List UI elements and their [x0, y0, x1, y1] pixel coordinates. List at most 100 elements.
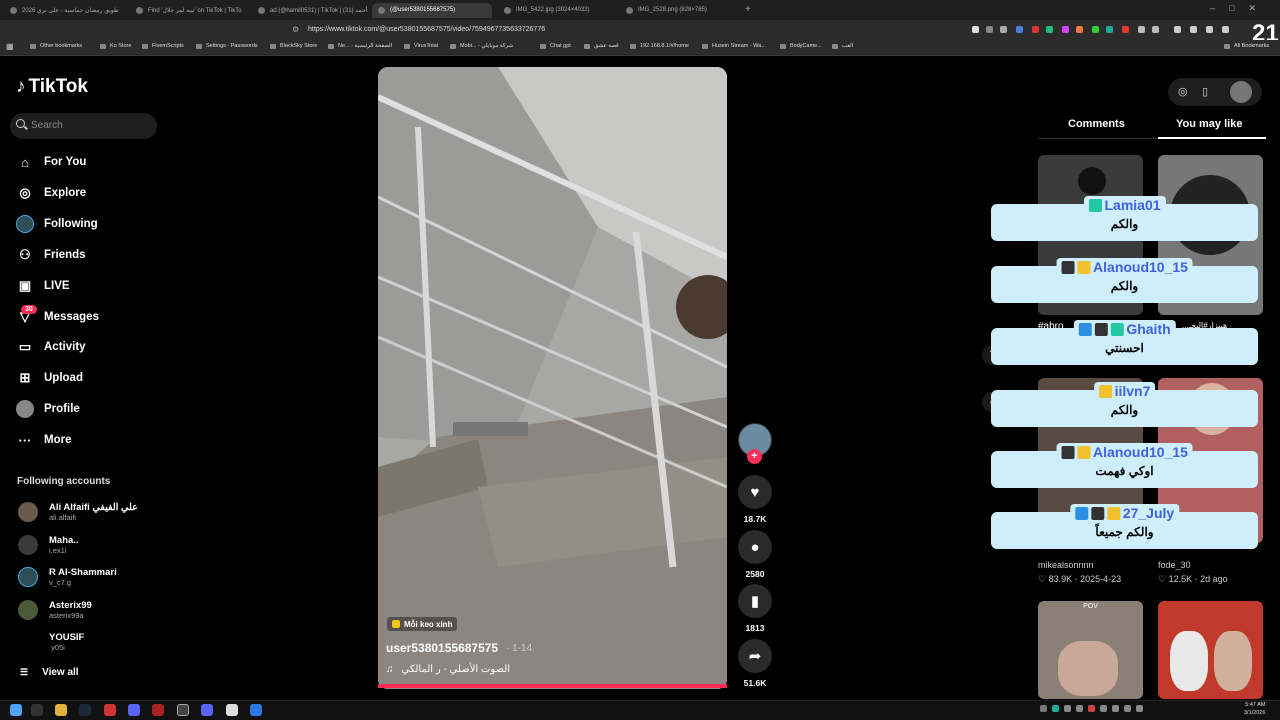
- extension-icon[interactable]: [1122, 26, 1129, 33]
- thumbnail-author[interactable]: fode_30: [1158, 560, 1191, 570]
- search-icon[interactable]: [31, 704, 43, 716]
- start-icon[interactable]: [10, 704, 22, 716]
- extension-icon[interactable]: [1046, 26, 1053, 33]
- bookmark-item[interactable]: Ko Store: [100, 43, 131, 49]
- extension-icon[interactable]: [1000, 26, 1007, 33]
- tray-icon[interactable]: [1040, 705, 1047, 712]
- tray-icon[interactable]: [1064, 705, 1071, 712]
- file-explorer-icon[interactable]: [55, 704, 67, 716]
- share-button[interactable]: ➦ 51.6K: [738, 639, 772, 688]
- tray-icon[interactable]: [1088, 705, 1095, 712]
- extensions-puzzle-icon[interactable]: [1222, 26, 1229, 33]
- tray-icon[interactable]: [1076, 705, 1083, 712]
- nav-item-following[interactable]: Following: [16, 213, 98, 235]
- user-avatar[interactable]: [1230, 81, 1252, 103]
- search-input[interactable]: Search: [10, 113, 157, 139]
- browser-tab[interactable]: ad (@hamil0531) | TikTok | أحمد (31): [252, 3, 370, 18]
- comment-button[interactable]: ● 2580: [738, 530, 772, 579]
- taskbar-clock[interactable]: 5:47 AM 3/1/2026: [1244, 701, 1265, 717]
- nav-item-for-you[interactable]: ⌂ For You: [16, 151, 86, 173]
- extension-icon[interactable]: [1076, 26, 1083, 33]
- browser-tab[interactable]: IMG_2528.png (828×785): [620, 3, 740, 18]
- video-sound[interactable]: ♫ الصوت الأصلي - ر المالكي: [386, 664, 510, 675]
- app-icon[interactable]: [104, 704, 116, 716]
- bookmark-item[interactable]: العب: [832, 43, 853, 49]
- following-account[interactable]: YOUSIF .y05i: [18, 630, 84, 654]
- settings-gear-icon[interactable]: [226, 704, 238, 716]
- extension-icon[interactable]: [1138, 26, 1145, 33]
- apps-grid-icon[interactable]: ▦: [6, 42, 14, 51]
- following-account[interactable]: Ali Alfaifi علي الفيفي ali.alfaifi: [18, 500, 138, 524]
- bookmark-item[interactable]: Other bookmarks: [30, 43, 82, 49]
- nav-item-upload[interactable]: ⊞ Upload: [16, 367, 83, 389]
- tray-icon[interactable]: [1100, 705, 1107, 712]
- like-button[interactable]: ♥ 18.7K: [738, 475, 772, 524]
- extension-icon[interactable]: [1016, 26, 1023, 33]
- app-icon[interactable]: [152, 704, 164, 716]
- video-progress-bar[interactable]: [378, 684, 727, 688]
- recommended-thumbnail[interactable]: POV: [1038, 601, 1143, 699]
- all-bookmarks-folder[interactable]: All Bookmarks: [1224, 43, 1269, 49]
- url-field[interactable]: ⚙ https://www.tiktok.com/@user5380155687…: [288, 23, 828, 37]
- bookmark-item[interactable]: Husein Stream - Wa...: [702, 43, 766, 49]
- video-player[interactable]: [378, 67, 727, 689]
- follow-plus-icon[interactable]: +: [747, 449, 762, 464]
- window-controls-icon[interactable]: –□✕: [1210, 3, 1270, 14]
- browser-tab-active[interactable]: (@user5380155687575): [372, 3, 492, 18]
- tray-icon[interactable]: [1112, 705, 1119, 712]
- nav-item-profile[interactable]: Profile: [16, 398, 80, 420]
- video-author-username[interactable]: user5380155687575: [386, 641, 498, 655]
- nav-item-live[interactable]: ▣ LIVE: [16, 275, 70, 297]
- tab-you-may-like[interactable]: You may like: [1176, 118, 1242, 130]
- profile-icon[interactable]: [1174, 26, 1181, 33]
- nav-item-more[interactable]: ··· More: [16, 429, 72, 451]
- compass-icon[interactable]: ◎: [1178, 85, 1188, 98]
- effect-label[interactable]: Mỗi keo xinh: [387, 617, 458, 631]
- bookmark-item[interactable]: 192.168.8.1/#/home: [630, 43, 689, 49]
- thumbnail-author[interactable]: mikealsonnnn: [1038, 560, 1094, 570]
- following-account[interactable]: Maha.. i.ex1l: [18, 533, 79, 557]
- extension-icon[interactable]: [986, 26, 993, 33]
- volume-icon[interactable]: [1136, 705, 1143, 712]
- bookmark-item[interactable]: قصة عشق: [584, 43, 619, 49]
- save-button[interactable]: ▮ 1813: [738, 584, 772, 633]
- bookmark-item[interactable]: Chat gpt: [540, 43, 571, 49]
- extension-icon[interactable]: [1032, 26, 1039, 33]
- nav-item-friends[interactable]: ⚇ Friends: [16, 244, 85, 266]
- following-account[interactable]: R Al-Shammari v_c7.g: [18, 565, 117, 589]
- steam-icon[interactable]: [79, 704, 91, 716]
- discord-icon[interactable]: [128, 704, 140, 716]
- site-info-icon[interactable]: ⚙: [292, 25, 299, 34]
- nav-item-activity[interactable]: ▭ Activity: [16, 336, 86, 358]
- extension-icon[interactable]: [1092, 26, 1099, 33]
- extension-icon[interactable]: [1106, 26, 1113, 33]
- recommended-thumbnail[interactable]: [1158, 601, 1263, 699]
- extension-icon[interactable]: [1152, 26, 1159, 33]
- browser-icon[interactable]: [177, 704, 189, 716]
- bookmark-item[interactable]: Settings - Passwords: [196, 43, 258, 49]
- sidebar-toggle-icon[interactable]: [1190, 26, 1197, 33]
- browser-tab[interactable]: طويق رمضان حماسية - على نري 2026: [4, 3, 128, 18]
- bookmark-item[interactable]: Mobi... - شركة موبايلي: [450, 43, 513, 49]
- new-tab-icon[interactable]: +: [745, 4, 751, 15]
- browser-tab[interactable]: Find 'تيبه لمر جلال' on TikTok | TikTo: [130, 3, 250, 18]
- bookmark-item[interactable]: Ne... - الصفحة الرئيسية: [328, 43, 392, 49]
- discord-icon[interactable]: [201, 704, 213, 716]
- tiktok-logo[interactable]: ♪ TikTok: [16, 76, 88, 98]
- extension-icon[interactable]: [972, 26, 979, 33]
- following-account[interactable]: Asterix99 asterix99a: [18, 598, 92, 622]
- bookmark-item[interactable]: VirusTotal: [404, 43, 438, 49]
- bookmark-item[interactable]: BlackSky Store: [270, 43, 317, 49]
- tab-comments[interactable]: Comments: [1068, 118, 1125, 130]
- nav-item-explore[interactable]: ◎ Explore: [16, 182, 86, 204]
- downloads-icon[interactable]: [1206, 26, 1213, 33]
- browser-tab[interactable]: IMG_5422.jpg (3024×4032): [498, 3, 616, 18]
- wifi-icon[interactable]: [1124, 705, 1131, 712]
- tray-icon[interactable]: [1052, 705, 1059, 712]
- view-all-link[interactable]: ☰ View all: [20, 667, 79, 678]
- bookmark-item[interactable]: FivemScripts: [142, 43, 184, 49]
- app-icon[interactable]: [250, 704, 262, 716]
- phone-icon[interactable]: ▯: [1202, 85, 1208, 98]
- extension-icon[interactable]: [1062, 26, 1069, 33]
- bookmark-item[interactable]: BodyCame...: [780, 43, 822, 49]
